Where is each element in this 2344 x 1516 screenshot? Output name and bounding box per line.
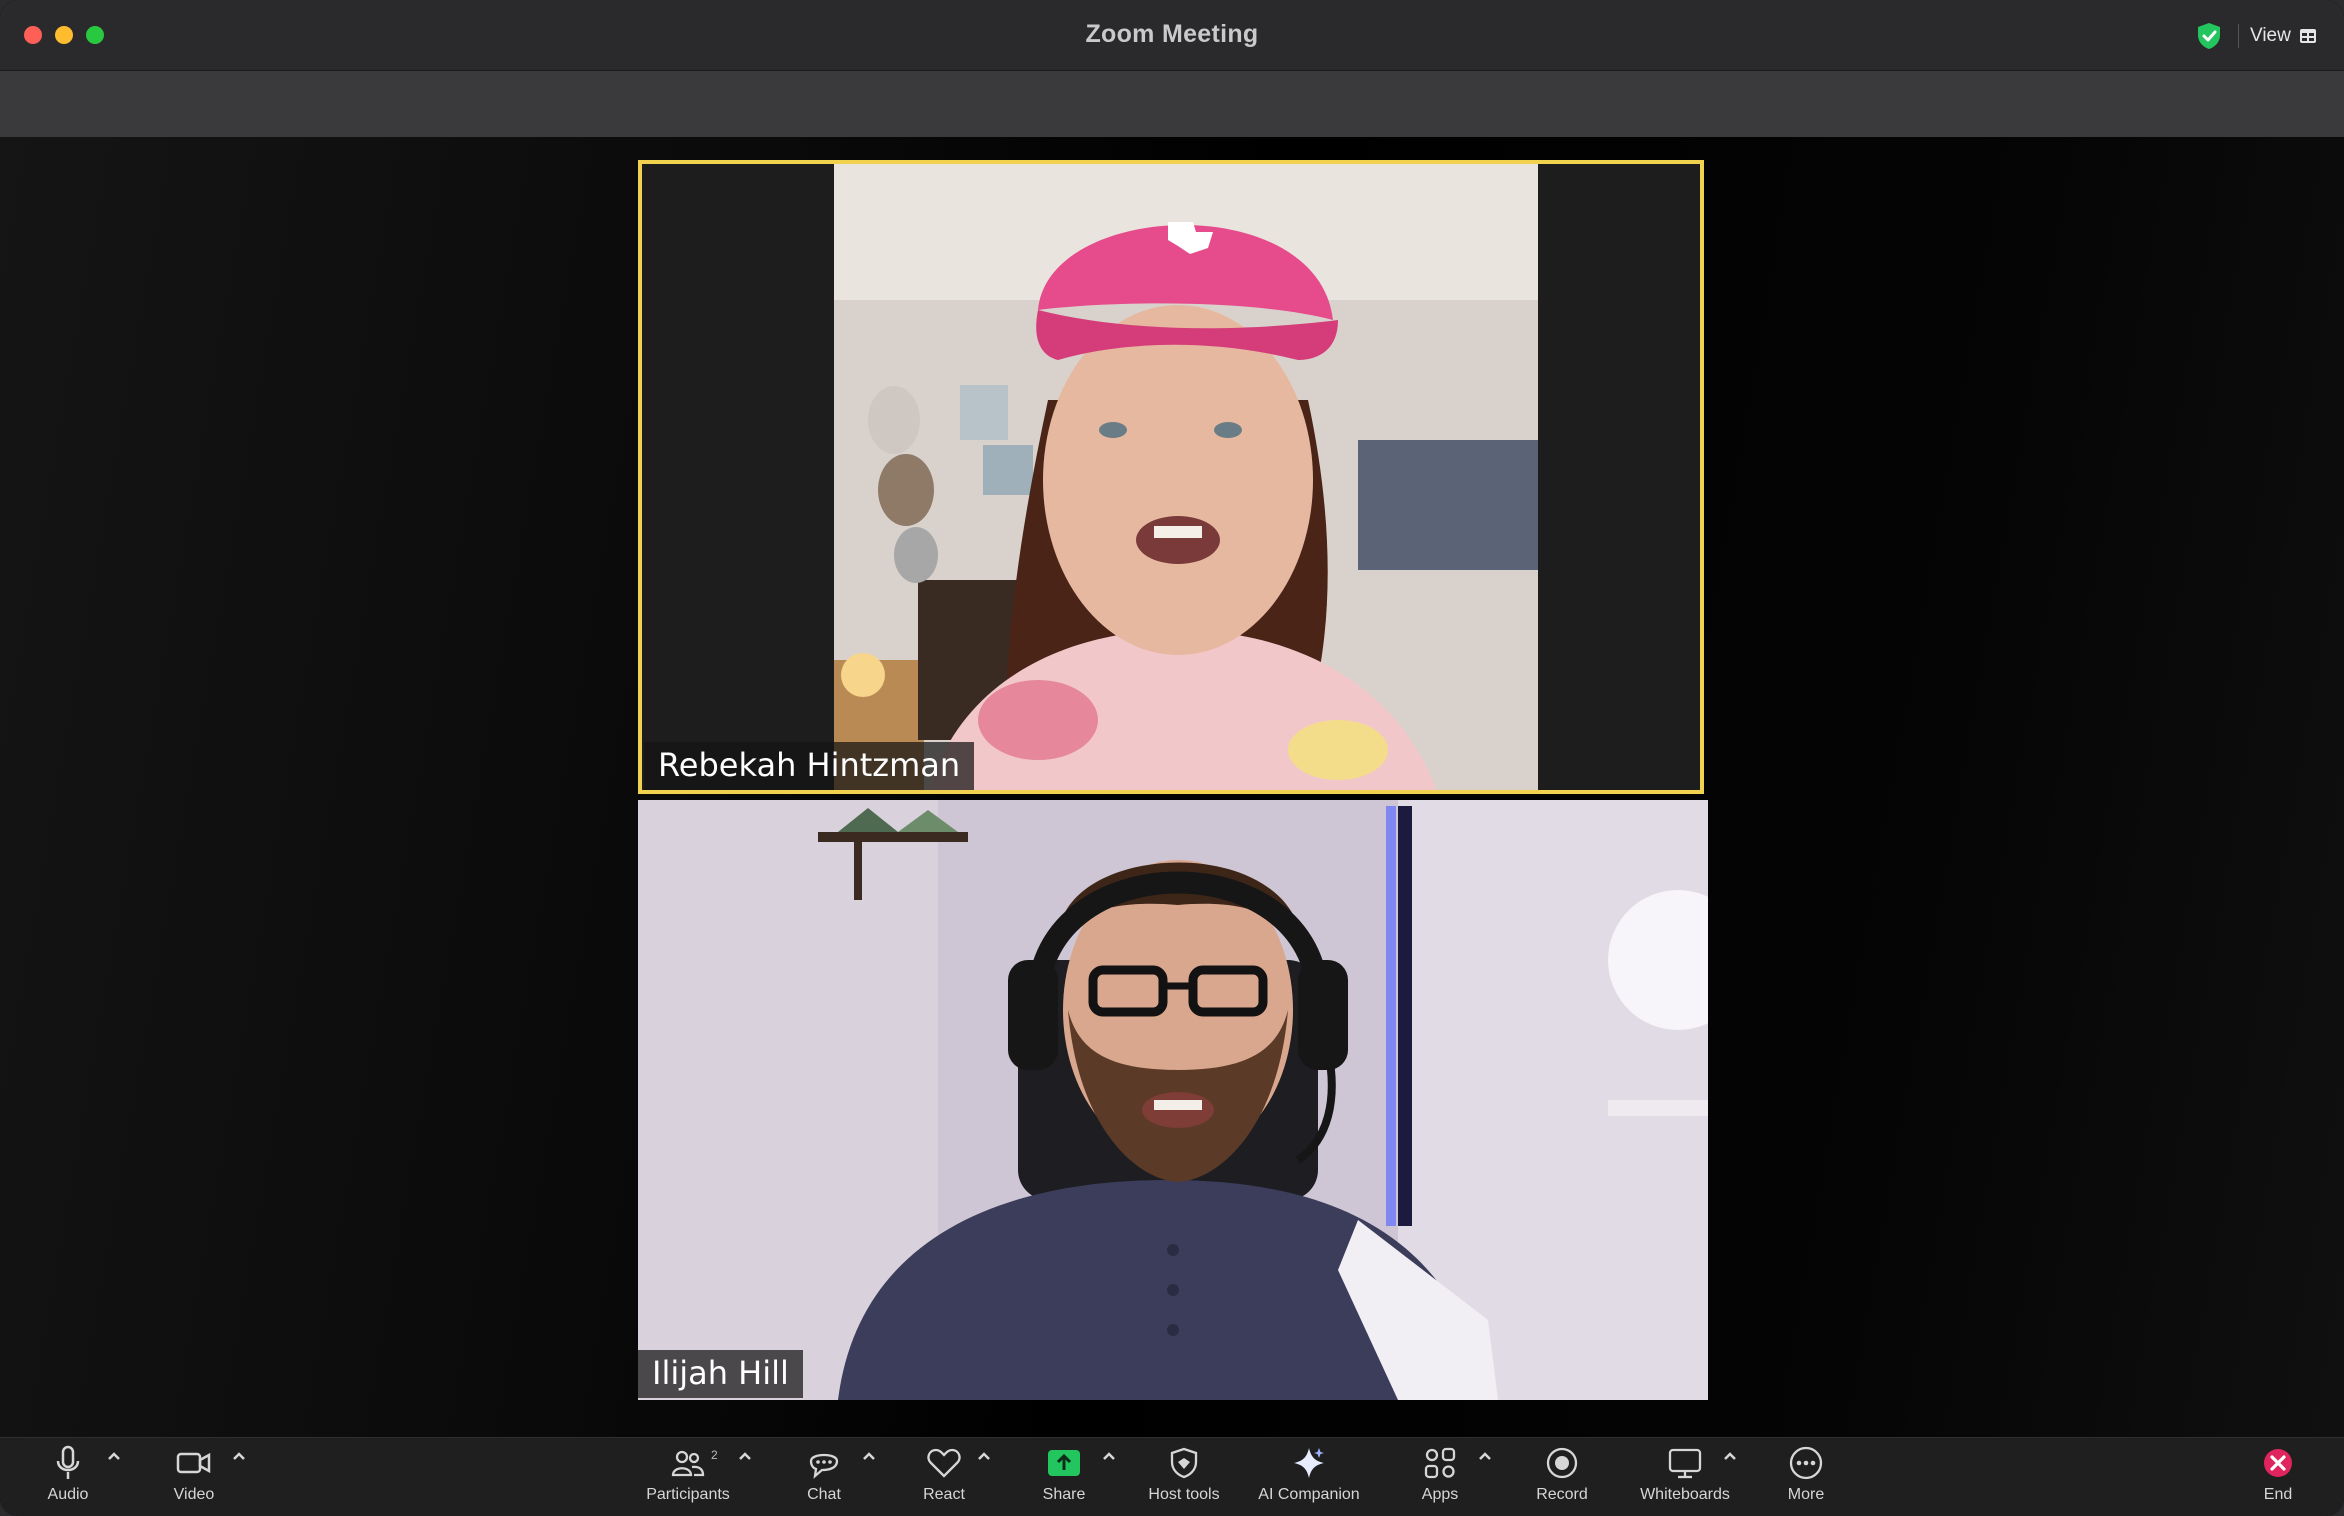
participants-count-badge: 2 (711, 1448, 718, 1462)
apps-grid-icon (1424, 1447, 1456, 1479)
share-label: Share (1042, 1486, 1086, 1503)
chat-bubble-icon (809, 1453, 839, 1479)
host-tools-label: Host tools (1148, 1486, 1220, 1503)
record-icon (1546, 1447, 1578, 1479)
audio-button[interactable]: Audio (40, 1438, 96, 1516)
chat-button[interactable]: Chat (800, 1438, 848, 1516)
record-label: Record (1536, 1486, 1588, 1503)
people-icon (671, 1450, 705, 1477)
audio-options-caret-icon[interactable] (106, 1450, 122, 1462)
participant-video-feed (638, 160, 1704, 794)
shield-icon (1170, 1447, 1198, 1479)
ellipsis-icon (1789, 1446, 1823, 1480)
view-button[interactable]: View (2250, 22, 2317, 50)
ai-companion-button[interactable]: AI Companion (1250, 1438, 1368, 1516)
grid-view-icon (2299, 29, 2316, 43)
title-bar-divider (2238, 24, 2239, 48)
sparkle-icon (1294, 1448, 1324, 1478)
end-label: End (2263, 1486, 2293, 1503)
video-tile-rebekah[interactable]: Rebekah Hintzman (638, 160, 1704, 794)
whiteboard-icon (1668, 1448, 1702, 1479)
share-button[interactable]: Share (1038, 1438, 1090, 1516)
chat-label: Chat (807, 1486, 841, 1503)
zoom-window: Zoom Meeting View Rebekah Hintzman Ilija… (0, 0, 2344, 1516)
share-screen-icon (1048, 1450, 1080, 1476)
video-camera-icon (176, 1452, 211, 1474)
window-title: Zoom Meeting (1085, 20, 1259, 48)
end-meeting-button[interactable]: End (2254, 1438, 2302, 1516)
video-options-caret-icon[interactable] (231, 1450, 247, 1462)
microphone-icon (56, 1445, 80, 1479)
participants-options-caret-icon[interactable] (737, 1450, 753, 1462)
participant-name-tag: Ilijah Hill (638, 1350, 803, 1398)
participant-video-feed (638, 800, 1708, 1400)
ai-companion-label: AI Companion (1258, 1486, 1360, 1503)
close-icon (2264, 1449, 2292, 1477)
participant-name-tag: Rebekah Hintzman (644, 742, 975, 790)
apps-options-caret-icon[interactable] (1477, 1450, 1493, 1462)
video-label: Video (173, 1486, 215, 1503)
share-options-caret-icon[interactable] (1101, 1450, 1117, 1462)
meeting-controls-bar: Audio Video Participants 2 Chat React Sh… (0, 1437, 2344, 1516)
participants-button[interactable]: Participants (636, 1438, 740, 1516)
heart-icon (927, 1448, 961, 1478)
whiteboards-options-caret-icon[interactable] (1722, 1450, 1738, 1462)
react-button[interactable]: React (918, 1438, 970, 1516)
video-button[interactable]: Video (166, 1438, 222, 1516)
chat-options-caret-icon[interactable] (861, 1450, 877, 1462)
react-label: React (923, 1486, 965, 1503)
record-button[interactable]: Record (1530, 1438, 1594, 1516)
audio-label: Audio (47, 1486, 89, 1503)
participants-label: Participants (646, 1486, 730, 1503)
apps-button[interactable]: Apps (1416, 1438, 1464, 1516)
whiteboards-label: Whiteboards (1640, 1486, 1730, 1503)
meeting-top-strip (0, 71, 2344, 137)
video-tile-ilijah[interactable]: Ilijah Hill (638, 800, 1708, 1400)
title-bar: Zoom Meeting View (0, 0, 2344, 71)
react-options-caret-icon[interactable] (976, 1450, 992, 1462)
more-button[interactable]: More (1780, 1438, 1832, 1516)
apps-label: Apps (1421, 1486, 1459, 1503)
encryption-shield-icon[interactable] (2196, 22, 2222, 50)
host-tools-button[interactable]: Host tools (1140, 1438, 1228, 1516)
view-label: View (2250, 25, 2291, 46)
more-label: More (1787, 1486, 1825, 1503)
